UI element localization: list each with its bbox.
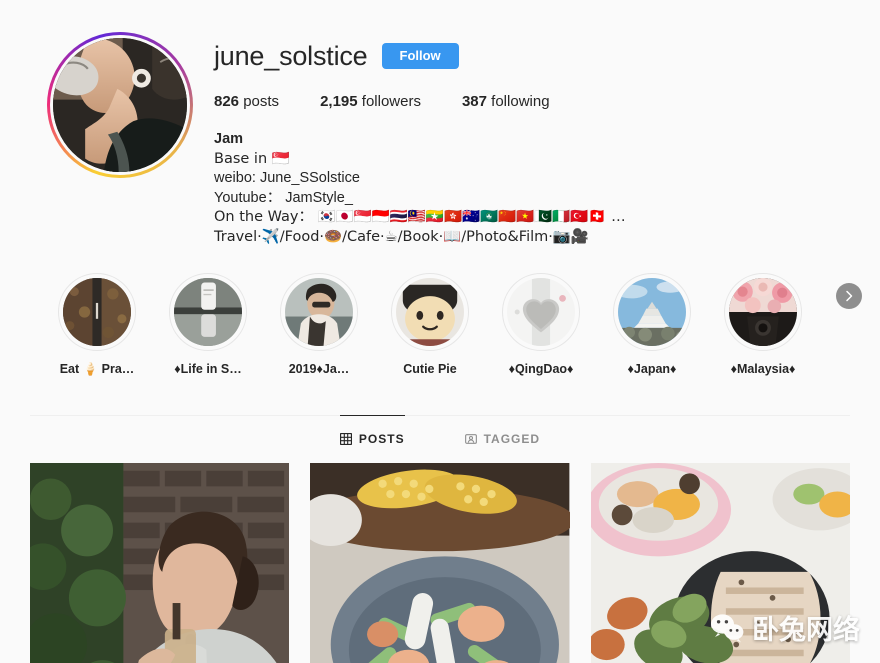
tag-person-icon — [464, 434, 477, 444]
bio: Jam Base in 🇸🇬 weibo: June_SSolstice You… — [214, 130, 850, 247]
highlight-ring — [724, 273, 802, 351]
highlight-cover-roses — [729, 278, 797, 346]
profile-info: june_solstice Follow 826 posts 2,195 fol… — [210, 28, 850, 247]
bio-line-on-the-way: On the Way： 🇰🇷🇯🇵🇸🇬🇮🇩🇹🇭🇲🇾🇲🇲🇭🇰🇦🇺🇲🇴🇨🇳🇻🇳🇵🇰🇮🇹… — [214, 209, 626, 225]
highlight-malaysia[interactable]: ♦Malaysia♦ — [724, 273, 802, 377]
highlight-cover-tube — [174, 278, 242, 346]
highlight-label: Cutie Pie — [403, 362, 457, 376]
highlight-label: ♦Japan♦ — [627, 362, 677, 376]
follow-button[interactable]: Follow — [381, 43, 459, 69]
highlight-cover-portrait — [285, 278, 353, 346]
stat-following-value: 387 — [461, 93, 487, 110]
bio-line-youtube: Youtube： JamStyle_ — [214, 189, 353, 206]
chevron-right-icon — [846, 290, 853, 302]
post-thumbnail[interactable] — [590, 463, 850, 663]
bio-line-base: Base in 🇸🇬 — [214, 150, 290, 167]
highlight-cover-castle — [618, 278, 686, 346]
posts-grid — [0, 463, 880, 663]
profile-tabs: POSTS TAGGED — [0, 415, 880, 463]
highlight-label: Eat 🍦 Pra… — [59, 362, 135, 376]
tab-tagged[interactable]: TAGGED — [464, 415, 541, 463]
avatar-inner — [50, 35, 190, 175]
story-ring[interactable] — [47, 32, 193, 178]
stat-posts-label: posts — [243, 93, 280, 110]
highlight-ring — [58, 273, 136, 351]
username-row: june_solstice Follow — [214, 40, 850, 72]
highlight-cover-road — [63, 278, 131, 346]
story-highlights: Eat 🍦 Pra… ♦Life in S… 2019♦Ja… Cutie Pi… — [0, 247, 880, 377]
stats-row: 826 posts 2,195 followers 387 following — [214, 92, 850, 112]
highlight-2019-ja[interactable]: 2019♦Ja… — [280, 273, 358, 377]
stat-followers-value: 2,195 — [320, 93, 358, 110]
highlight-ring — [280, 273, 358, 351]
highlight-ring — [613, 273, 691, 351]
highlight-cutie-pie[interactable]: Cutie Pie — [391, 273, 469, 377]
highlight-life-in-s[interactable]: ♦Life in S… — [169, 273, 247, 377]
stat-following[interactable]: 387 following — [462, 92, 550, 112]
post-thumbnail[interactable] — [310, 463, 570, 663]
highlight-eat-pray[interactable]: Eat 🍦 Pra… — [58, 273, 136, 377]
highlight-label: ♦QingDao♦ — [508, 362, 574, 376]
highlight-cover-plush — [396, 278, 464, 346]
highlight-ring — [391, 273, 469, 351]
highlight-label: ♦Life in S… — [174, 362, 242, 376]
bio-full-name: Jam — [214, 131, 244, 147]
highlight-ring — [169, 273, 247, 351]
grid-icon — [339, 433, 352, 445]
tab-posts[interactable]: POSTS — [339, 415, 405, 463]
highlight-japan[interactable]: ♦Japan♦ — [613, 273, 691, 377]
avatar-container — [30, 28, 210, 247]
bio-line-weibo: weibo: June_SSolstice — [214, 170, 360, 186]
highlight-ring — [502, 273, 580, 351]
stat-followers-label: followers — [361, 93, 421, 110]
avatar[interactable] — [53, 38, 187, 172]
highlight-cover-heart — [507, 278, 575, 346]
highlight-qingdao[interactable]: ♦QingDao♦ — [502, 273, 580, 377]
tab-posts-label: POSTS — [358, 432, 405, 446]
stat-following-label: following — [491, 93, 550, 110]
post-thumbnail[interactable] — [30, 463, 290, 663]
highlights-next-button[interactable] — [836, 283, 862, 309]
stat-posts-value: 826 — [214, 93, 240, 110]
page-title: june_solstice — [214, 41, 368, 71]
tab-tagged-label: TAGGED — [483, 432, 541, 446]
stat-posts[interactable]: 826 posts — [214, 92, 279, 112]
highlight-label: ♦Malaysia♦ — [730, 362, 796, 376]
bio-line-interests: Travel·✈️/Food·🍩/Cafe·☕/Book·📖/Photo&Fil… — [214, 228, 589, 245]
stat-followers[interactable]: 2,195 followers — [320, 92, 421, 112]
instagram-profile-page: june_solstice Follow 826 posts 2,195 fol… — [0, 0, 880, 663]
highlight-label: 2019♦Ja… — [288, 362, 350, 376]
profile-header: june_solstice Follow 826 posts 2,195 fol… — [0, 0, 880, 247]
